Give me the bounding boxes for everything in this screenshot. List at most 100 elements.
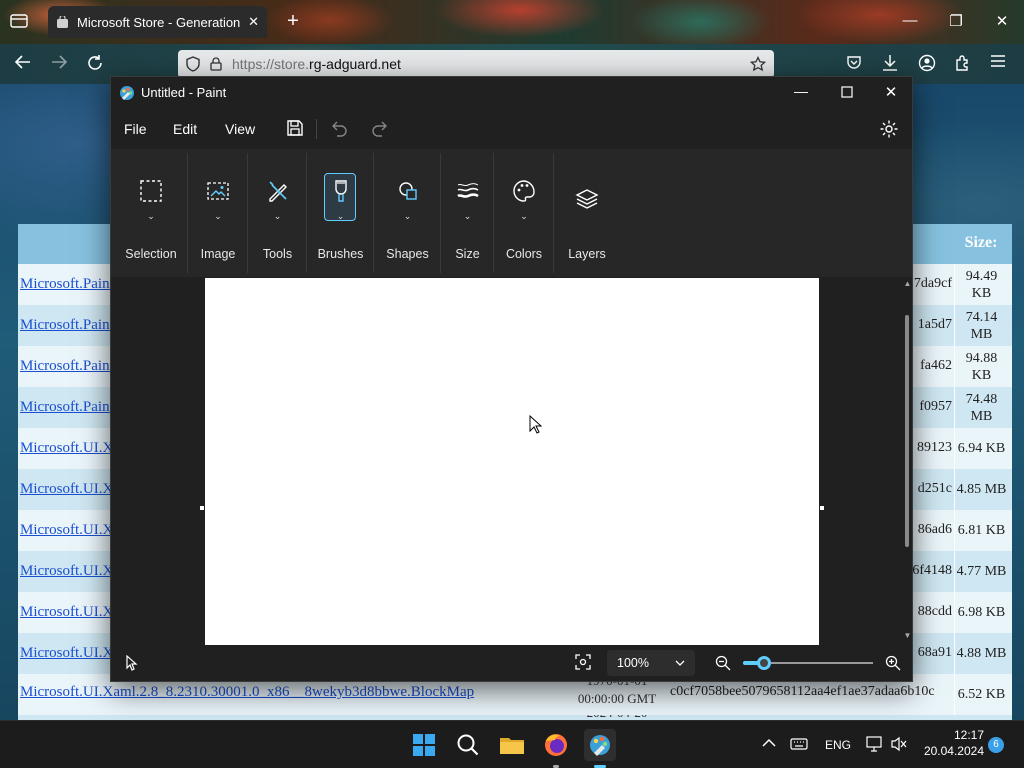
ribbon-group-brushes[interactable]: ⌄ Brushes [308, 153, 374, 273]
file-explorer-icon[interactable] [496, 729, 528, 761]
file-link[interactable]: Microsoft.UI.X [20, 481, 113, 498]
shield-icon[interactable] [186, 56, 200, 72]
ribbon-group-colors[interactable]: ⌄ Colors [495, 153, 554, 273]
file-link[interactable]: Microsoft.Paint [20, 358, 114, 375]
tab-title: Microsoft Store - Generation Project (v1… [77, 14, 243, 30]
show-hidden-icons-chevron-up-icon[interactable] [762, 738, 776, 748]
ribbon-group-shapes[interactable]: ⌄ Shapes [375, 153, 441, 273]
minimize-icon[interactable]: — [791, 83, 811, 99]
keyboard-icon[interactable] [790, 737, 808, 751]
search-icon[interactable] [452, 729, 484, 761]
drawing-canvas[interactable] [205, 278, 819, 645]
file-link[interactable]: Microsoft.UI.X [20, 440, 113, 457]
file-link[interactable]: Microsoft.UI.X [20, 645, 113, 662]
account-icon[interactable] [918, 54, 938, 72]
menu-icon[interactable] [990, 54, 1010, 68]
close-browser-icon[interactable]: ✕ [992, 12, 1012, 30]
bookmark-star-icon[interactable] [750, 56, 766, 72]
brush-icon[interactable] [329, 179, 353, 203]
chevron-down-icon[interactable]: ⌄ [404, 211, 412, 222]
address-bar[interactable]: https://store. rg-adguard.net [178, 50, 774, 78]
zoom-out-icon[interactable] [715, 655, 731, 671]
file-link[interactable]: Microsoft.Paint [20, 399, 114, 416]
start-windows-icon[interactable] [408, 729, 440, 761]
scroll-up-icon[interactable]: ▲ [903, 279, 912, 288]
ribbon-group-selection[interactable]: ⌄ Selection [115, 153, 188, 273]
reload-icon[interactable] [86, 54, 106, 72]
zoom-slider-thumb[interactable] [757, 656, 771, 670]
fit-to-window-icon[interactable] [575, 654, 591, 670]
file-hash: c0cf7058bee5079658112aa4ef1ae37adaa6b10c [670, 684, 935, 699]
chevron-down-icon[interactable]: ⌄ [337, 211, 345, 222]
extensions-icon[interactable] [954, 54, 974, 72]
ribbon-group-tools[interactable]: ⌄ Tools [249, 153, 307, 273]
settings-gear-icon[interactable] [879, 119, 899, 139]
close-icon[interactable]: ✕ [881, 83, 901, 101]
file-link[interactable]: Microsoft.UI.X [20, 604, 113, 621]
zoom-in-icon[interactable] [885, 655, 901, 671]
ribbon-group-image[interactable]: ⌄ Image [189, 153, 248, 273]
chevron-down-icon[interactable]: ⌄ [147, 211, 155, 222]
file-link[interactable]: Microsoft.UI.X [20, 522, 113, 539]
network-icon[interactable] [866, 736, 884, 752]
scroll-down-icon[interactable]: ▼ [903, 631, 912, 640]
chevron-down-icon[interactable]: ⌄ [520, 211, 528, 222]
volume-muted-icon[interactable] [890, 736, 908, 752]
paint-status-bar: 100% [111, 645, 912, 681]
ribbon-label: Shapes [386, 247, 429, 261]
selection-icon[interactable] [139, 179, 163, 203]
image-icon[interactable] [206, 179, 230, 203]
undo-icon[interactable] [331, 119, 349, 137]
scrollbar-thumb[interactable] [905, 315, 909, 547]
ribbon-group-layers[interactable]: Layers [555, 153, 619, 273]
menu-edit[interactable]: Edit [173, 121, 197, 137]
shapes-icon[interactable] [396, 179, 420, 203]
forward-icon[interactable] [50, 54, 70, 70]
chevron-down-icon[interactable]: ⌄ [214, 211, 222, 222]
size-icon[interactable] [456, 179, 480, 203]
file-link[interactable]: Microsoft.UI.X [20, 563, 113, 580]
canvas-resize-handle-right[interactable] [820, 506, 824, 510]
palette-icon[interactable] [512, 179, 536, 203]
redo-icon[interactable] [370, 119, 388, 137]
paint-title-bar[interactable]: Untitled - Paint — ✕ [111, 77, 912, 109]
minimize-browser-icon[interactable]: — [900, 12, 920, 29]
maximize-icon[interactable] [837, 81, 857, 98]
zoom-dropdown[interactable]: 100% [607, 650, 695, 676]
tab-close-icon[interactable]: ✕ [248, 14, 259, 30]
language-indicator[interactable]: ENG [825, 738, 851, 752]
new-tab-icon[interactable]: + [283, 10, 303, 33]
save-icon[interactable] [286, 119, 304, 137]
tab-actions-icon[interactable] [10, 13, 30, 31]
clock[interactable]: 12:17 20.04.2024 [918, 727, 984, 759]
chevron-down-icon[interactable]: ⌄ [274, 211, 282, 222]
notification-badge[interactable]: 6 [988, 737, 1004, 753]
vertical-scrollbar[interactable]: ▲ ▼ [903, 277, 912, 645]
browser-tab-bar: Microsoft Store - Generation Project (v1… [0, 0, 1024, 44]
file-hash: 7da9cf [913, 276, 952, 291]
chevron-down-icon[interactable]: ⌄ [464, 211, 472, 222]
canvas-resize-handle-left[interactable] [200, 506, 204, 510]
zoom-slider[interactable] [743, 653, 873, 673]
paint-ribbon: ⌄ Selection ⌄ Image ⌄ Tools ⌄ Brushes ⌄ … [111, 149, 912, 277]
firefox-icon[interactable] [540, 729, 572, 768]
pointer-position-icon [125, 655, 139, 671]
downloads-icon[interactable] [882, 54, 902, 72]
file-date-time: 00:00:00 GMT [577, 691, 657, 706]
file-link[interactable]: Microsoft.Paint [20, 317, 114, 334]
lock-icon[interactable] [210, 57, 222, 71]
menu-file[interactable]: File [124, 121, 147, 137]
menu-view[interactable]: View [225, 121, 255, 137]
back-icon[interactable] [14, 54, 34, 70]
layers-icon[interactable] [575, 187, 599, 211]
ribbon-label: Colors [505, 247, 543, 261]
restore-browser-icon[interactable]: ❐ [946, 12, 966, 30]
pocket-icon[interactable] [846, 55, 866, 71]
toolbar-divider [316, 119, 317, 139]
ribbon-group-size[interactable]: ⌄ Size [442, 153, 494, 273]
file-link[interactable]: Microsoft.UI.Xaml.2.8_8.2310.30001.0_x86… [20, 684, 474, 701]
browser-tab-active[interactable]: Microsoft Store - Generation Project (v1… [48, 6, 267, 38]
tools-icon[interactable] [266, 179, 290, 203]
paint-taskbar-icon[interactable] [584, 729, 616, 768]
file-link[interactable]: Microsoft.Paint [20, 276, 114, 293]
